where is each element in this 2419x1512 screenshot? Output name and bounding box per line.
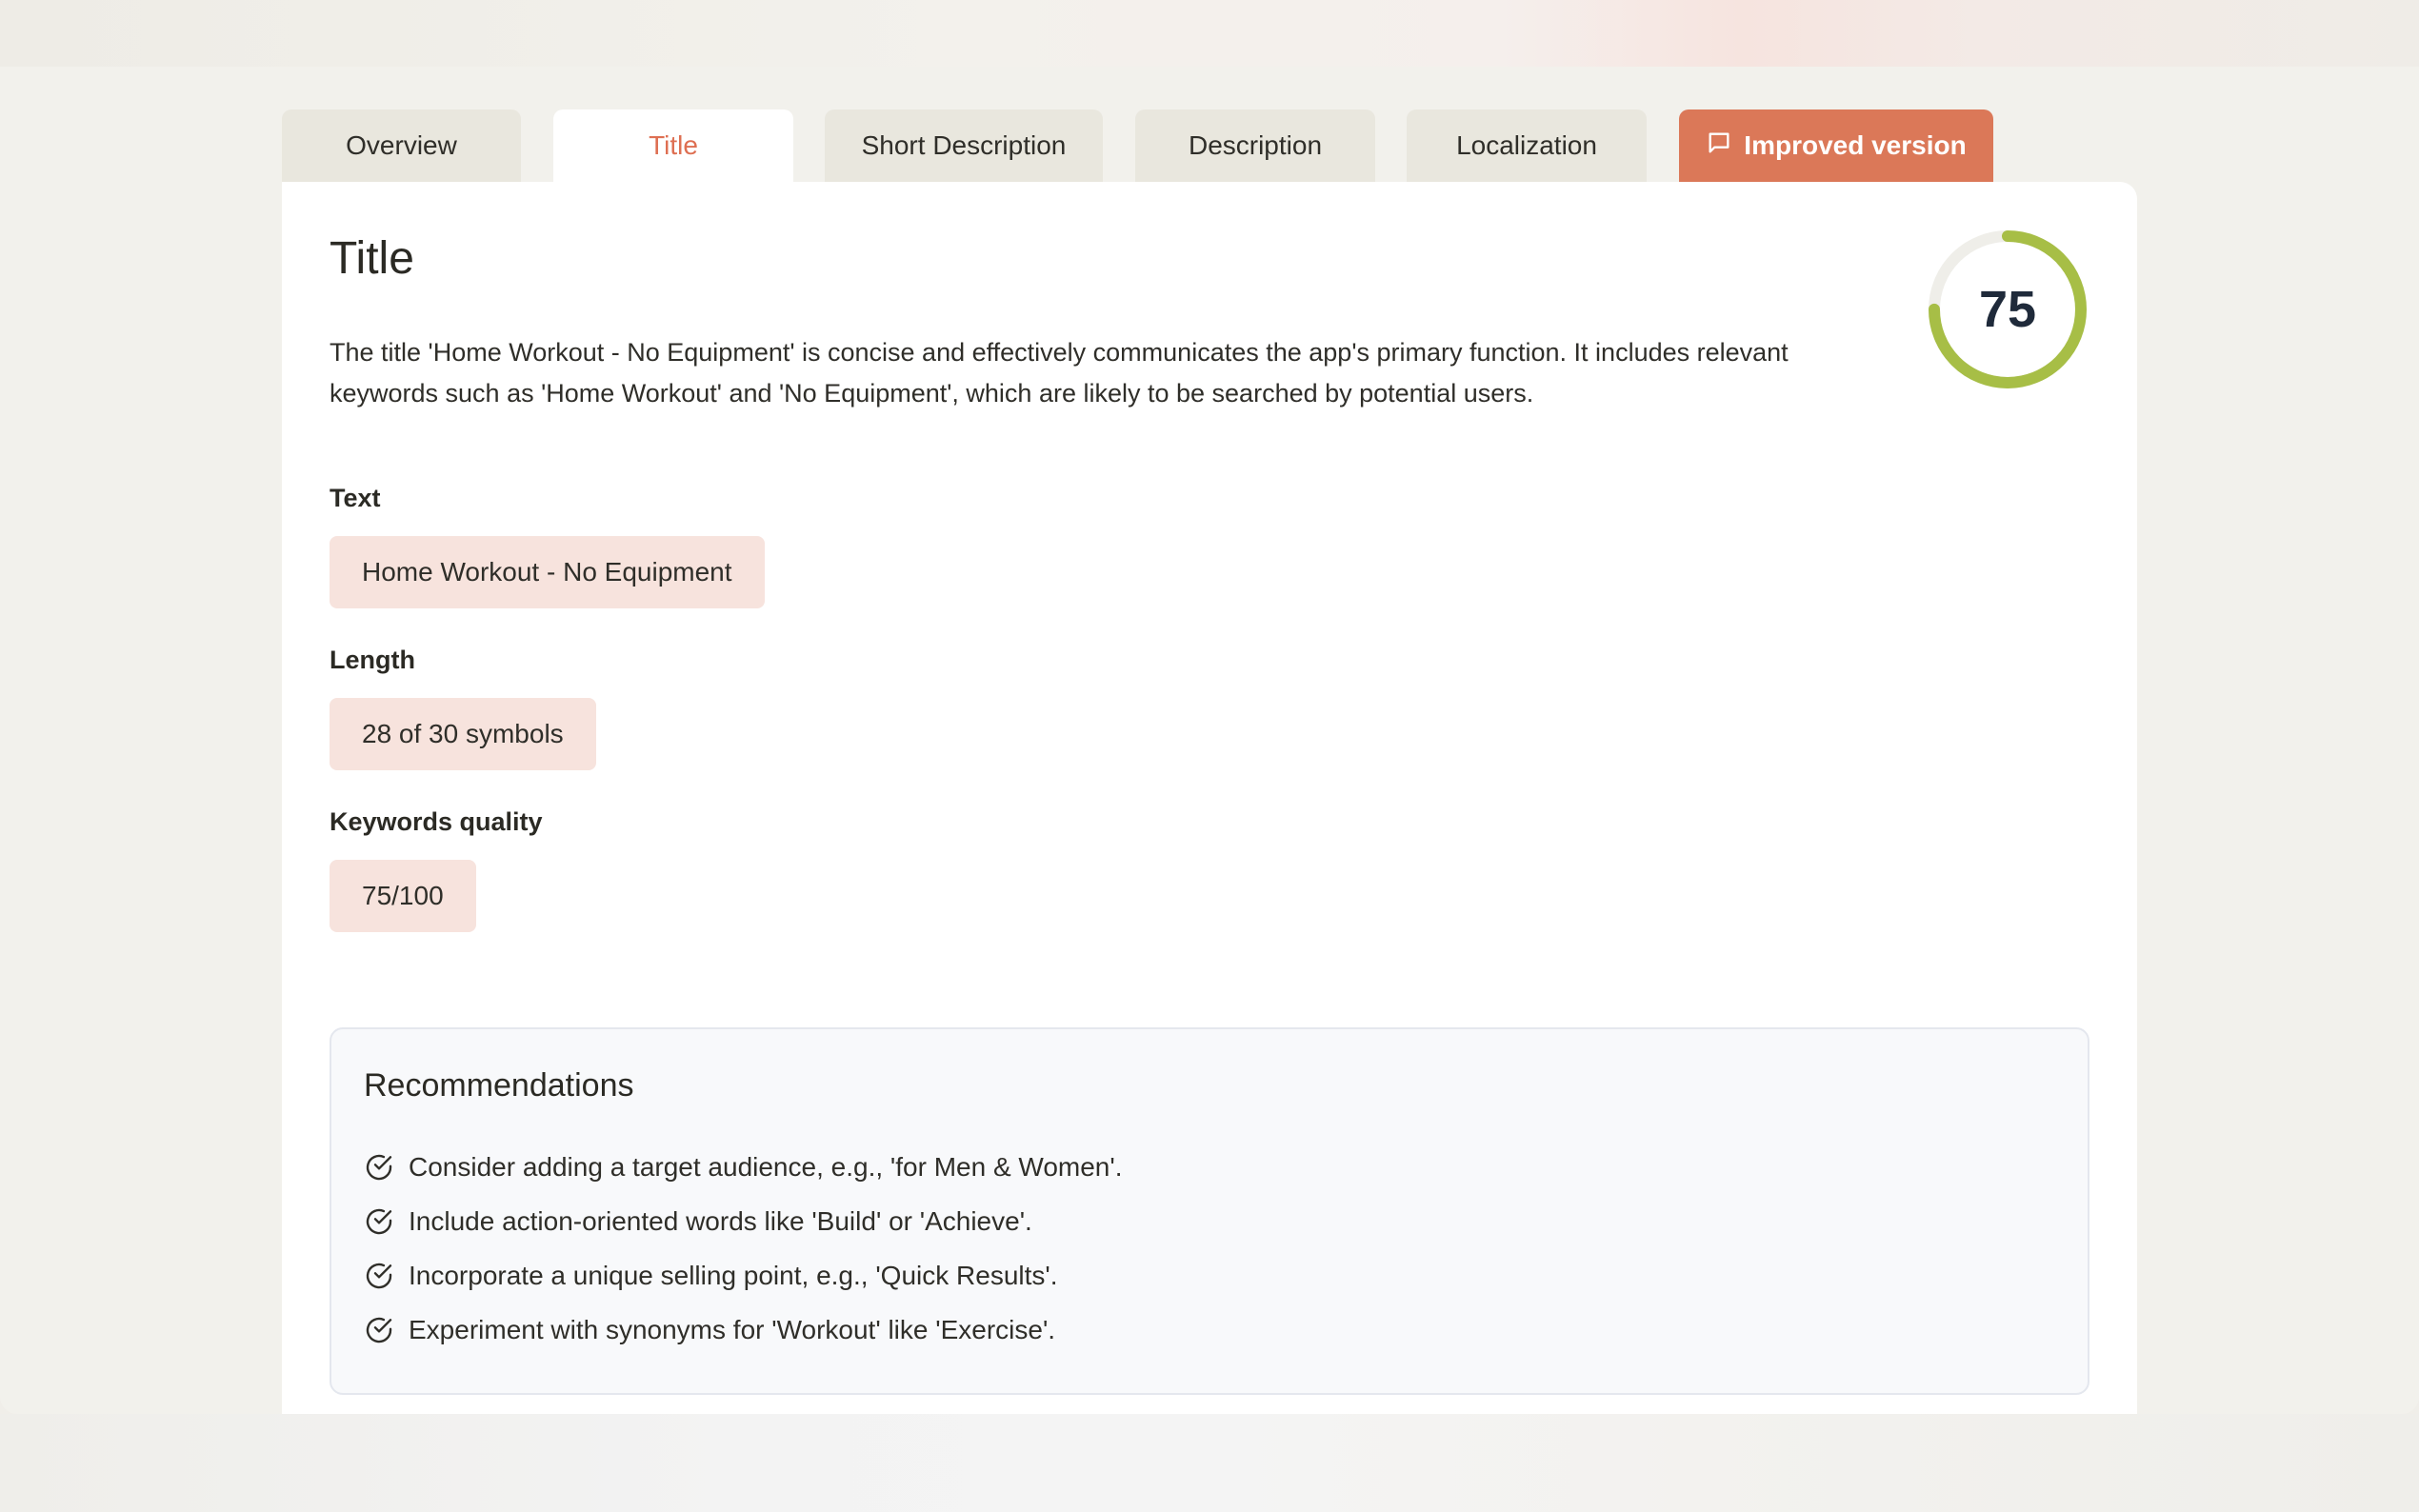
length-value: 28 of 30 symbols — [330, 698, 596, 770]
title-text-value: Home Workout - No Equipment — [330, 536, 765, 608]
recommendation-item: Incorporate a unique selling point, e.g.… — [364, 1248, 1123, 1303]
chat-bubble-icon — [1706, 129, 1732, 163]
bottom-background-band — [0, 1414, 2419, 1512]
check-circle-icon — [366, 1263, 392, 1288]
length-field-label: Length — [330, 646, 415, 674]
tab-overview[interactable]: Overview — [282, 109, 521, 182]
score-value: 75 — [1978, 281, 2037, 338]
recommendations-title: Recommendations — [364, 1067, 634, 1104]
recommendation-item: Include action-oriented words like 'Buil… — [364, 1194, 1123, 1248]
check-circle-icon — [366, 1317, 392, 1343]
recommendations-list: Consider adding a target audience, e.g.,… — [364, 1140, 1123, 1357]
tab-description[interactable]: Description — [1135, 109, 1375, 182]
recommendations-panel: Recommendations Consider adding a target… — [330, 1027, 2089, 1395]
recommendation-text: Consider adding a target audience, e.g.,… — [409, 1151, 1123, 1182]
title-analysis-card: Title The title 'Home Workout - No Equip… — [282, 182, 2137, 1414]
section-summary: The title 'Home Workout - No Equipment' … — [330, 338, 1789, 408]
keywords-quality-label: Keywords quality — [330, 807, 543, 836]
check-circle-icon — [366, 1154, 392, 1180]
recommendation-text: Experiment with synonyms for 'Workout' l… — [409, 1314, 1056, 1344]
improved-version-label: Improved version — [1744, 130, 1967, 160]
check-circle-icon — [366, 1208, 392, 1234]
tab-localization[interactable]: Localization — [1407, 109, 1647, 182]
recommendation-item: Experiment with synonyms for 'Workout' l… — [364, 1303, 1123, 1357]
text-field-label: Text — [330, 484, 381, 512]
keywords-quality-value: 75/100 — [330, 860, 476, 932]
improved-version-button[interactable]: Improved version — [1679, 109, 1993, 182]
recommendation-text: Incorporate a unique selling point, e.g.… — [409, 1260, 1058, 1290]
score-gauge: 75 — [1926, 228, 2089, 391]
section-heading: Title — [330, 233, 414, 284]
tab-short-description[interactable]: Short Description — [825, 109, 1103, 182]
recommendation-item: Consider adding a target audience, e.g.,… — [364, 1140, 1123, 1194]
recommendation-text: Include action-oriented words like 'Buil… — [409, 1205, 1032, 1236]
tab-title[interactable]: Title — [553, 109, 793, 182]
